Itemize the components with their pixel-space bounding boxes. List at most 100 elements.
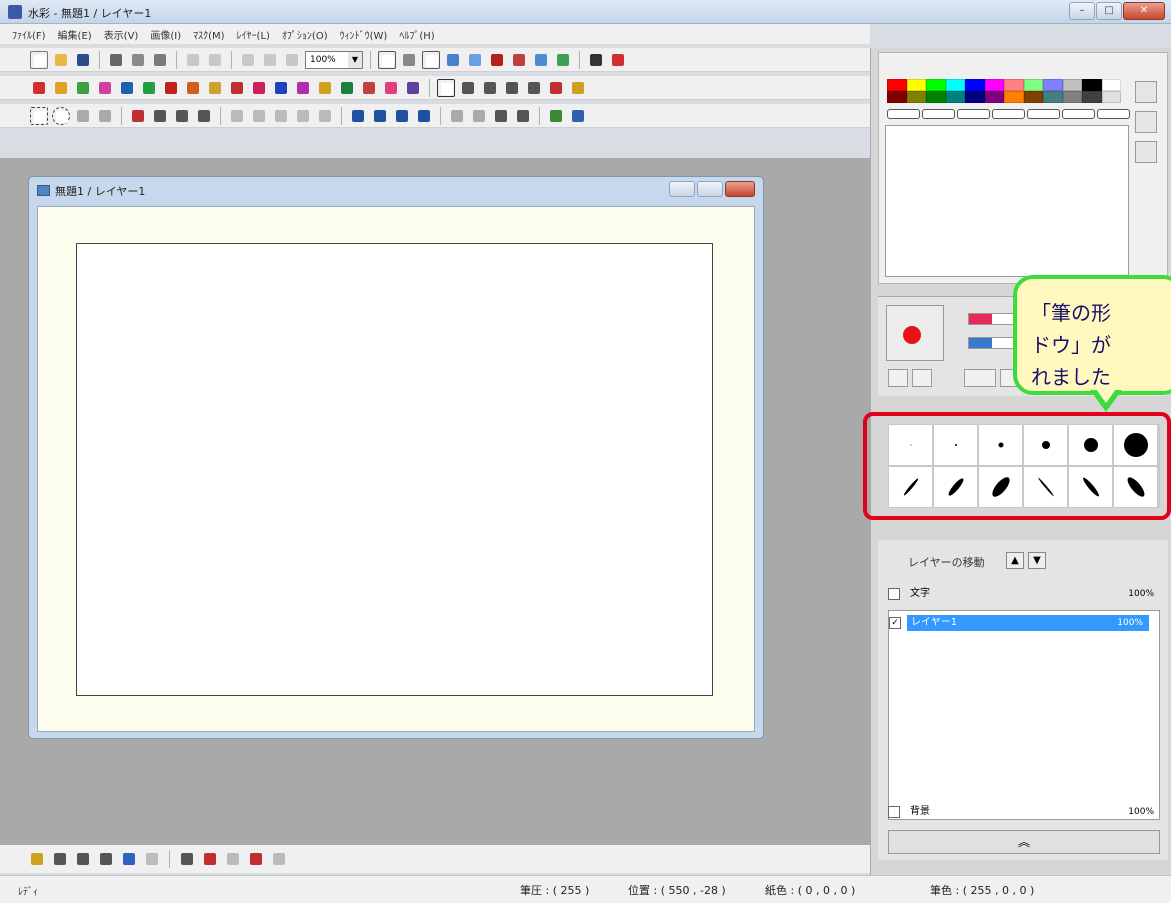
pencil-icon[interactable] bbox=[52, 79, 70, 97]
layer-up-icon[interactable] bbox=[224, 850, 242, 868]
color-swatch[interactable] bbox=[887, 91, 907, 103]
layer-visibility-checkbox[interactable] bbox=[888, 588, 900, 600]
copy-sel-icon[interactable] bbox=[151, 107, 169, 125]
flip-v-icon[interactable] bbox=[250, 107, 268, 125]
distort-icon[interactable] bbox=[371, 107, 389, 125]
scissors-icon[interactable] bbox=[129, 107, 147, 125]
clip-icon[interactable] bbox=[547, 79, 565, 97]
palette-mixing-area[interactable] bbox=[885, 125, 1129, 277]
zoom-icon[interactable] bbox=[547, 107, 565, 125]
doc-close-button[interactable] bbox=[725, 181, 755, 197]
grid-icon[interactable] bbox=[466, 51, 484, 69]
color-slot[interactable] bbox=[922, 109, 955, 119]
merge-layer-icon[interactable] bbox=[74, 850, 92, 868]
menu-image[interactable]: 画像(I) bbox=[150, 27, 181, 42]
rect-tool-icon[interactable] bbox=[437, 78, 455, 97]
transform-icon[interactable] bbox=[349, 107, 367, 125]
eraser-icon[interactable] bbox=[184, 79, 202, 97]
flip-h-icon[interactable] bbox=[228, 107, 246, 125]
line-tool-icon[interactable] bbox=[459, 79, 477, 97]
menu-view[interactable]: 表示(V) bbox=[104, 27, 139, 42]
menu-layer[interactable]: ﾚｲﾔｰ(L) bbox=[237, 27, 270, 42]
gradient-icon[interactable] bbox=[382, 79, 400, 97]
layer-export-icon[interactable] bbox=[270, 850, 288, 868]
doc-maximize-button[interactable] bbox=[697, 181, 723, 197]
color-swatch[interactable] bbox=[926, 91, 946, 103]
color-swatch[interactable] bbox=[906, 79, 926, 91]
camera-icon[interactable] bbox=[510, 51, 528, 69]
color-swap-icon[interactable] bbox=[888, 369, 908, 387]
layer-down-arrow-icon[interactable]: ▼ bbox=[1028, 552, 1046, 569]
color-swatch[interactable] bbox=[1043, 79, 1063, 91]
magic-wand-icon[interactable] bbox=[96, 107, 114, 125]
palette-save-icon[interactable] bbox=[1135, 111, 1157, 133]
menu-window[interactable]: ｳｨﾝﾄﾞｳ(W) bbox=[340, 27, 388, 42]
color-swatch[interactable] bbox=[926, 79, 946, 91]
text-tool-icon[interactable] bbox=[525, 79, 543, 97]
collapse-button[interactable]: ︽ bbox=[888, 830, 1160, 854]
color-slot[interactable] bbox=[1097, 109, 1130, 119]
save-icon[interactable] bbox=[74, 51, 92, 69]
smudge-icon[interactable] bbox=[272, 79, 290, 97]
color-swatch[interactable] bbox=[1004, 91, 1024, 103]
brush-green-icon[interactable] bbox=[140, 79, 158, 97]
hand-icon[interactable] bbox=[470, 107, 488, 125]
menu-edit[interactable]: 編集(E) bbox=[58, 27, 92, 42]
window-icon[interactable] bbox=[532, 51, 550, 69]
color-swatch[interactable] bbox=[1004, 79, 1024, 91]
brush-mode-stroke[interactable] bbox=[964, 369, 996, 387]
pen-icon[interactable] bbox=[96, 79, 114, 97]
color-swatch[interactable] bbox=[1101, 79, 1121, 91]
resize-icon[interactable] bbox=[316, 107, 334, 125]
curve-tool-icon[interactable] bbox=[503, 79, 521, 97]
spray-icon[interactable] bbox=[250, 79, 268, 97]
cut-icon[interactable] bbox=[239, 51, 257, 69]
color-swatch[interactable] bbox=[945, 79, 965, 91]
layer-row[interactable]: 背景 100% bbox=[888, 802, 1160, 822]
layer-row-selected[interactable]: ✓ レイヤー1 100% bbox=[889, 613, 1149, 633]
stamp-icon[interactable] bbox=[228, 79, 246, 97]
lasso-icon[interactable] bbox=[74, 107, 92, 125]
undo-icon[interactable] bbox=[184, 51, 202, 69]
open-icon[interactable] bbox=[52, 51, 70, 69]
print-preview-icon[interactable] bbox=[129, 51, 147, 69]
new-icon[interactable] bbox=[30, 50, 48, 69]
layer-up-arrow-icon[interactable]: ▲ bbox=[1006, 552, 1024, 569]
color-swatch[interactable] bbox=[906, 91, 926, 103]
frame-icon[interactable] bbox=[422, 50, 440, 69]
layer-row[interactable]: 文字 100% bbox=[888, 584, 1160, 604]
menu-file[interactable]: ﾌｧｲﾙ(F) bbox=[12, 27, 46, 42]
select-rect-icon[interactable] bbox=[30, 106, 48, 125]
dropper-icon[interactable] bbox=[404, 79, 422, 97]
color-slot[interactable] bbox=[887, 109, 920, 119]
eyedropper-side-icon[interactable] bbox=[1135, 141, 1157, 163]
sparkle-icon[interactable] bbox=[316, 79, 334, 97]
maximize-button[interactable]: □ bbox=[1096, 2, 1122, 20]
layout-icon[interactable] bbox=[400, 51, 418, 69]
merge-visible-icon[interactable] bbox=[97, 850, 115, 868]
new-layer-icon[interactable] bbox=[28, 850, 46, 868]
full-screen-icon[interactable] bbox=[514, 107, 532, 125]
seal-icon[interactable] bbox=[569, 79, 587, 97]
blur-icon[interactable] bbox=[294, 79, 312, 97]
doc-minimize-button[interactable] bbox=[669, 181, 695, 197]
paste-icon[interactable] bbox=[283, 51, 301, 69]
minimize-button[interactable]: – bbox=[1069, 2, 1095, 20]
drawing-canvas[interactable] bbox=[76, 243, 713, 696]
color-swatch[interactable] bbox=[1082, 91, 1102, 103]
image-icon[interactable] bbox=[444, 51, 462, 69]
fountain-pen-icon[interactable] bbox=[162, 79, 180, 97]
paint-brush-icon[interactable] bbox=[912, 369, 932, 387]
marker-icon[interactable] bbox=[30, 79, 48, 97]
ellipse-tool-icon[interactable] bbox=[481, 79, 499, 97]
duplicate-layer-icon[interactable] bbox=[51, 850, 69, 868]
bucket-icon[interactable] bbox=[338, 79, 356, 97]
rotate-icon[interactable] bbox=[272, 107, 290, 125]
warp-icon[interactable] bbox=[393, 107, 411, 125]
merge-icon[interactable] bbox=[195, 107, 213, 125]
copy-icon[interactable] bbox=[261, 51, 279, 69]
zoom-select[interactable]: 100% bbox=[305, 50, 363, 69]
menu-help[interactable]: ﾍﾙﾌﾟ(H) bbox=[399, 27, 434, 42]
color-slot[interactable] bbox=[1062, 109, 1095, 119]
layer-visibility-checkbox[interactable] bbox=[888, 806, 900, 818]
